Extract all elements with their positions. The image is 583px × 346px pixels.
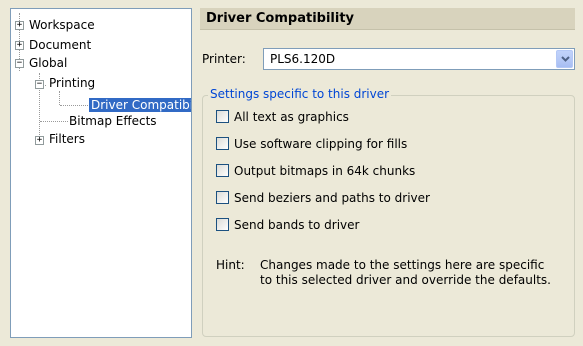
collapse-global-icon[interactable]: − bbox=[15, 59, 24, 68]
tree-item-printing[interactable]: Printing bbox=[49, 75, 95, 91]
tree-item-driver-compatibility[interactable]: Driver Compatibility bbox=[89, 97, 191, 113]
checkbox[interactable] bbox=[216, 191, 229, 204]
tree-item-workspace[interactable]: Workspace bbox=[29, 17, 95, 33]
checkbox[interactable] bbox=[216, 110, 229, 123]
chevron-down-icon[interactable] bbox=[556, 50, 573, 68]
checkbox[interactable] bbox=[216, 137, 229, 150]
tree-item-filters[interactable]: Filters bbox=[49, 131, 85, 147]
checkbox[interactable] bbox=[216, 164, 229, 177]
tree-line bbox=[60, 105, 88, 106]
hint-text: Changes made to the settings here are sp… bbox=[260, 258, 551, 287]
printer-label: Printer: bbox=[202, 52, 246, 66]
group-legend: Settings specific to this driver bbox=[208, 87, 392, 101]
expand-workspace-icon[interactable]: + bbox=[15, 21, 24, 30]
printer-select-value: PLS6.120D bbox=[270, 52, 336, 66]
tree-item-global[interactable]: Global bbox=[29, 55, 67, 71]
options-tree[interactable]: + Workspace + Document − Global − Printi… bbox=[10, 8, 192, 338]
panel-title: Driver Compatibility bbox=[200, 8, 575, 30]
collapse-printing-icon[interactable]: − bbox=[35, 80, 44, 89]
tree-item-document[interactable]: Document bbox=[29, 37, 91, 53]
hint-label: Hint: bbox=[216, 258, 245, 272]
tree-line bbox=[59, 91, 60, 105]
tree-line bbox=[40, 121, 68, 122]
driver-settings-group bbox=[202, 95, 575, 337]
expand-filters-icon[interactable]: + bbox=[35, 136, 44, 145]
expand-document-icon[interactable]: + bbox=[15, 41, 24, 50]
printer-select[interactable]: PLS6.120D bbox=[263, 48, 575, 70]
checkbox[interactable] bbox=[216, 218, 229, 231]
tree-item-bitmap-effects[interactable]: Bitmap Effects bbox=[69, 113, 157, 129]
